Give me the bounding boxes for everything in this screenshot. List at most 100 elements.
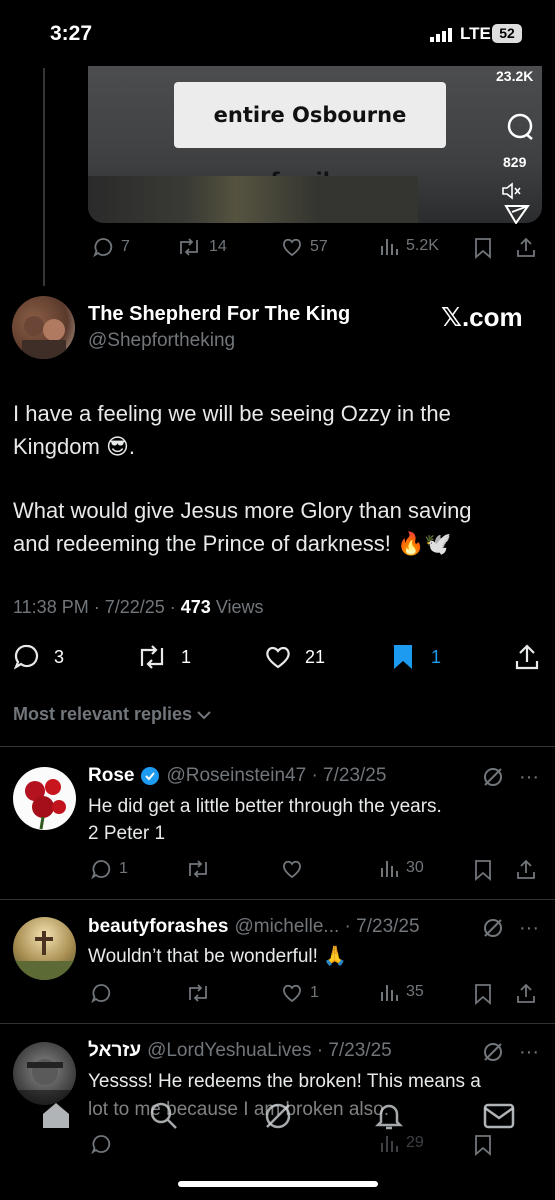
reply-icon bbox=[93, 238, 113, 258]
reply-handle[interactable]: @Roseinstein47 · 7/23/25 bbox=[166, 765, 386, 787]
heart-icon[interactable] bbox=[281, 858, 303, 880]
reply-header: beautyforashes @michelle... · 7/23/25 bbox=[88, 916, 420, 938]
verified-badge-icon bbox=[141, 767, 160, 785]
reply-text: He did get a little better through the y… bbox=[88, 793, 442, 847]
reply-author[interactable]: beautyforashes bbox=[88, 916, 228, 938]
views-button[interactable]: 30 bbox=[379, 858, 424, 878]
tweet-line: What would give Jesus more Glory than sa… bbox=[13, 498, 472, 523]
like-count: 21 bbox=[305, 646, 326, 667]
views-icon bbox=[381, 239, 398, 255]
reply-icon[interactable] bbox=[90, 982, 112, 1004]
video-frame bbox=[88, 176, 418, 223]
reply-icon bbox=[13, 644, 39, 670]
views-icon bbox=[381, 985, 398, 1001]
reply-author[interactable]: Rose bbox=[88, 765, 134, 787]
bookmark-button[interactable]: 1 bbox=[392, 643, 441, 671]
like-count: 57 bbox=[310, 238, 328, 255]
reply-handle[interactable]: @michelle... · 7/23/25 bbox=[234, 916, 419, 938]
bookmark-filled-icon bbox=[394, 645, 412, 669]
like-button[interactable]: 1 bbox=[281, 982, 319, 1004]
reply-handle[interactable]: @LordYeshuaLives · 7/23/25 bbox=[147, 1040, 392, 1062]
repost-icon[interactable] bbox=[185, 858, 211, 880]
reply-avatar[interactable] bbox=[13, 767, 76, 830]
share-icon[interactable] bbox=[513, 643, 541, 671]
views-number: 473 bbox=[180, 597, 211, 617]
more-options-icon[interactable]: ··· bbox=[519, 917, 539, 940]
reply-button[interactable]: 1 bbox=[90, 858, 128, 880]
share-video-icon[interactable] bbox=[504, 204, 530, 224]
reply-author[interactable]: עזראל bbox=[88, 1040, 141, 1062]
views-label: Views bbox=[210, 597, 264, 617]
repost-button[interactable]: 14 bbox=[176, 236, 227, 258]
reply-icon bbox=[91, 860, 111, 880]
reply-header: Rose @Roseinstein47 · 7/23/25 bbox=[88, 765, 386, 787]
repost-count: 1 bbox=[181, 646, 192, 667]
reply-button[interactable]: 7 bbox=[92, 236, 130, 258]
reply-text: Wouldn’t that be wonderful! 🙏 bbox=[88, 943, 347, 970]
video-player[interactable]: entire Osbourne family. bbox=[88, 66, 542, 223]
source-watermark: 𝕏.com bbox=[441, 302, 523, 332]
share-icon[interactable] bbox=[515, 858, 537, 880]
battery-icon: 52 bbox=[492, 24, 522, 43]
grok-tab-icon[interactable] bbox=[262, 1100, 294, 1132]
author-avatar[interactable] bbox=[12, 296, 75, 359]
clock: 3:27 bbox=[50, 22, 93, 45]
notifications-icon[interactable] bbox=[373, 1100, 405, 1132]
tweet-line: and redeeming the Prince of darkness! 🔥🕊… bbox=[13, 531, 452, 556]
bookmark-icon[interactable] bbox=[474, 237, 492, 259]
mute-icon[interactable] bbox=[500, 181, 522, 201]
like-count: 1 bbox=[310, 984, 319, 1001]
reply-count: 1 bbox=[119, 860, 128, 877]
views-count: 30 bbox=[406, 859, 424, 876]
video-comment-icon[interactable] bbox=[506, 112, 536, 142]
tweet-line: I have a feeling we will be seeing Ozzy … bbox=[13, 401, 451, 426]
tweet-timestamp: 11:38 PM · 7/22/25 · bbox=[13, 597, 181, 617]
bookmark-icon[interactable] bbox=[474, 859, 492, 881]
video-caption: entire Osbourne family. bbox=[174, 82, 446, 193]
bookmark-icon[interactable] bbox=[474, 1134, 492, 1156]
share-icon[interactable] bbox=[515, 982, 537, 1004]
reply-button[interactable]: 3 bbox=[13, 643, 64, 671]
home-icon[interactable] bbox=[40, 1100, 72, 1130]
messages-icon[interactable] bbox=[483, 1102, 515, 1130]
replies-sort-label: Most relevant replies bbox=[13, 704, 193, 724]
heart-icon bbox=[283, 238, 301, 257]
divider bbox=[0, 1023, 555, 1024]
repost-icon[interactable] bbox=[185, 982, 211, 1004]
views-button[interactable]: 35 bbox=[379, 982, 424, 1002]
reply-line: He did get a little better through the y… bbox=[88, 796, 442, 817]
views-icon bbox=[381, 861, 398, 877]
grok-icon[interactable] bbox=[482, 766, 504, 788]
video-comment-count: 829 bbox=[503, 154, 527, 170]
author-name[interactable]: The Shepherd For The King bbox=[88, 303, 350, 326]
views-count: 5.2K bbox=[406, 237, 439, 254]
like-button[interactable]: 57 bbox=[281, 236, 328, 258]
share-icon[interactable] bbox=[515, 236, 537, 258]
reply-count: 3 bbox=[54, 646, 65, 667]
video-like-count: 23.2K bbox=[496, 68, 534, 84]
views-button[interactable]: 5.2K bbox=[379, 236, 439, 256]
network-label: LTE bbox=[460, 24, 491, 43]
grok-icon[interactable] bbox=[482, 917, 504, 939]
like-button[interactable]: 21 bbox=[264, 643, 325, 671]
more-options-icon[interactable]: ··· bbox=[519, 1041, 539, 1064]
search-icon[interactable] bbox=[148, 1100, 180, 1132]
repost-button[interactable]: 1 bbox=[136, 643, 191, 671]
reply-icon[interactable] bbox=[90, 1133, 112, 1155]
divider bbox=[0, 746, 555, 747]
grok-icon[interactable] bbox=[482, 1041, 504, 1063]
divider bbox=[0, 899, 555, 900]
bookmark-icon[interactable] bbox=[474, 983, 492, 1005]
reply-avatar[interactable] bbox=[13, 917, 76, 980]
reply-line: Wouldn’t that be wonderful! 🙏 bbox=[88, 946, 347, 967]
bookmark-count: 1 bbox=[431, 646, 442, 667]
home-indicator bbox=[178, 1181, 378, 1187]
author-handle[interactable]: @Shepfortheking bbox=[88, 330, 235, 352]
more-options-icon[interactable]: ··· bbox=[519, 766, 539, 789]
tweet-meta: 11:38 PM · 7/22/25 · 473 Views bbox=[13, 597, 264, 618]
reply-header: עזראל @LordYeshuaLives · 7/23/25 bbox=[88, 1040, 392, 1062]
repost-icon bbox=[140, 645, 164, 669]
views-count: 35 bbox=[406, 983, 424, 1000]
replies-sort-dropdown[interactable]: Most relevant replies bbox=[13, 704, 212, 725]
repost-icon bbox=[180, 238, 198, 256]
